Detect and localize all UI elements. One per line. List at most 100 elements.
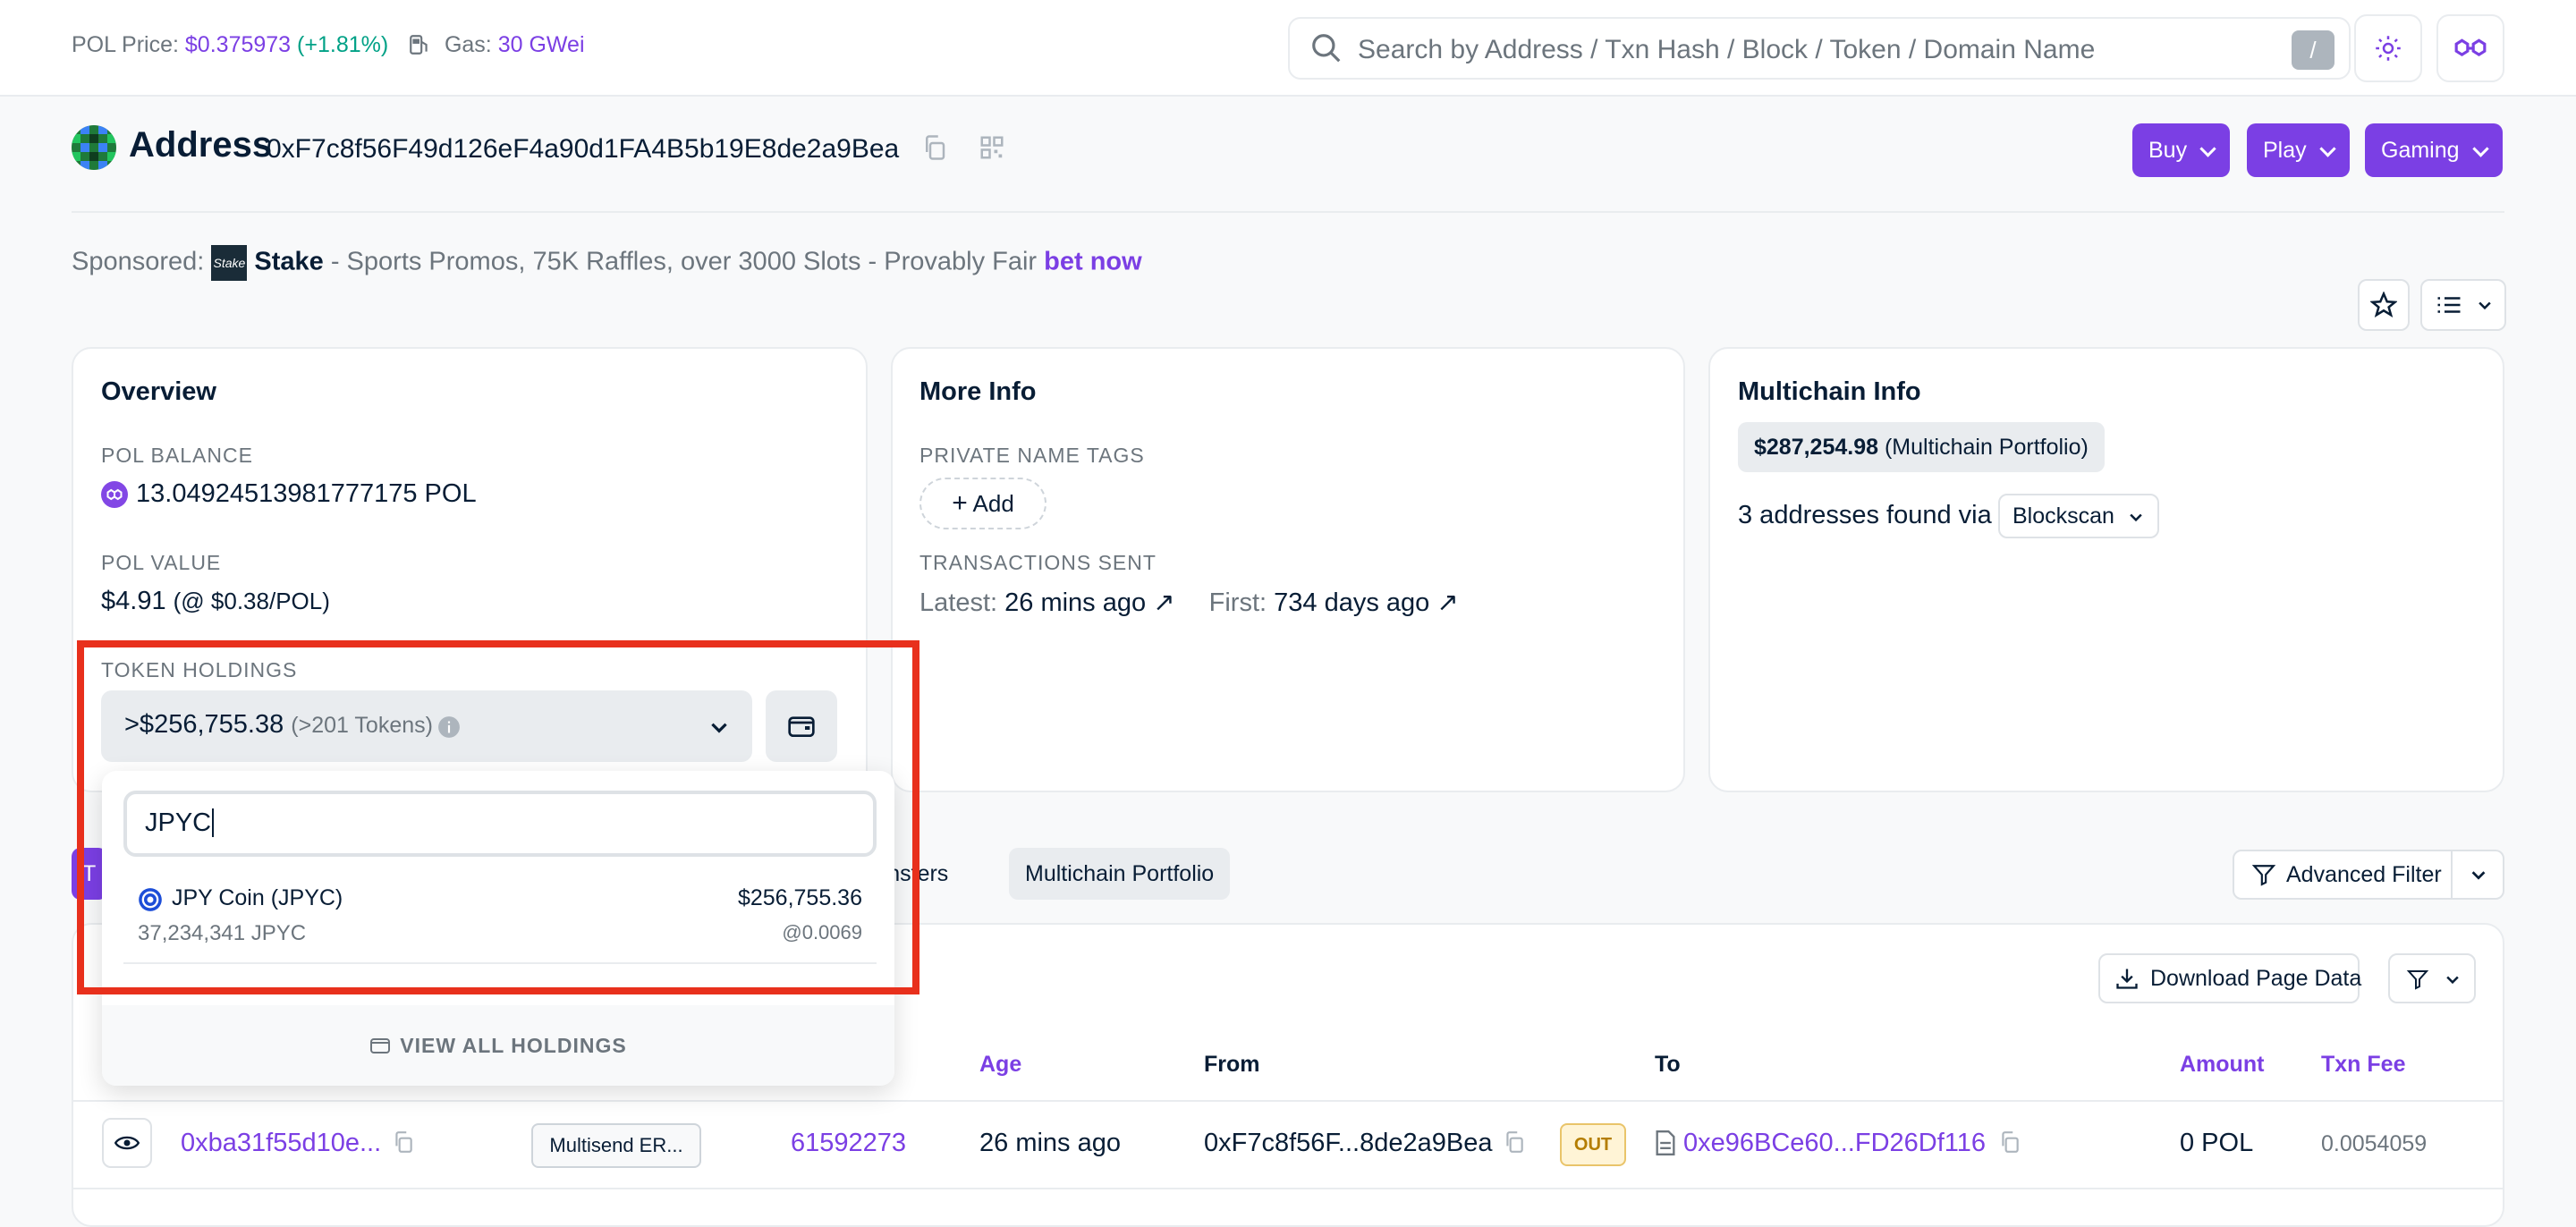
sponsor-brand: Stake — [254, 247, 324, 276]
copy-icon[interactable] — [1998, 1130, 2021, 1154]
latest-label: Latest: — [919, 588, 998, 617]
download-page-data-button[interactable]: Download Page Data — [2098, 953, 2362, 1003]
addresses-found-text: 3 addresses found via — [1738, 501, 1992, 529]
age-value: 26 mins ago — [979, 1129, 1121, 1157]
txn-fee-value: 0.0054059 — [2321, 1131, 2428, 1156]
add-name-tag-button[interactable]: + Add — [919, 478, 1046, 529]
copy-icon[interactable] — [921, 134, 948, 161]
tab-multichain-portfolio[interactable]: Multichain Portfolio — [1009, 848, 1231, 900]
price-value[interactable]: $0.375973 — [185, 32, 291, 57]
star-icon — [2370, 292, 2397, 318]
column-header-age[interactable]: Age — [979, 1052, 1021, 1078]
advanced-filter-button[interactable]: Advanced Filter — [2234, 851, 2453, 898]
view-all-holdings-button[interactable]: VIEW ALL HOLDINGS — [102, 1005, 894, 1086]
blockscan-dropdown[interactable]: Blockscan — [1998, 494, 2159, 538]
page-title: Address — [129, 125, 273, 165]
search-shortcut-key: / — [2292, 30, 2334, 70]
arrow-up-right-icon: ↗ — [1436, 588, 1459, 617]
transactions-sent-label: TRANSACTIONS SENT — [919, 551, 1157, 574]
gas-pump-icon — [410, 35, 428, 55]
advanced-filter-group: Advanced Filter — [2233, 850, 2504, 900]
chevron-down-icon — [2479, 301, 2491, 310]
filter-icon — [2251, 865, 2276, 886]
search-input[interactable]: Search by Address / Txn Hash / Block / T… — [1358, 35, 2095, 65]
copy-icon[interactable] — [392, 1130, 415, 1154]
column-header-amount[interactable]: Amount — [2180, 1052, 2264, 1078]
list-icon — [2437, 297, 2461, 313]
polygon-logo-icon — [2454, 38, 2487, 56]
gas-price: Gas: 30 GWei — [408, 32, 585, 58]
pol-token-icon — [101, 481, 128, 508]
transactions-sent: Latest: 26 mins ago ↗ First: 734 days ag… — [919, 587, 1459, 618]
address-hash: 0xF7c8f56F49d126eF4a90d1FA4B5b19E8de2a9B… — [267, 134, 900, 164]
wallet-icon — [370, 1038, 391, 1054]
amount-value: 0 POL — [2180, 1129, 2254, 1157]
overview-title: Overview — [101, 377, 216, 406]
pol-price: POL Price: $0.375973 (+1.81%) — [72, 32, 388, 58]
qr-code-icon[interactable] — [979, 134, 1005, 161]
search-bar[interactable]: Search by Address / Txn Hash / Block / T… — [1288, 17, 2351, 80]
sponsored-label: Sponsored: — [72, 247, 205, 276]
address-avatar — [72, 125, 116, 170]
blockscan-label: Blockscan — [2012, 503, 2114, 529]
add-label: Add — [972, 490, 1014, 517]
polygon-network-button[interactable] — [2436, 14, 2504, 82]
gas-value[interactable]: 30 GWei — [498, 32, 585, 57]
eye-icon — [114, 1136, 140, 1150]
header-divider — [72, 211, 2504, 213]
preview-button[interactable] — [102, 1118, 152, 1168]
private-name-tags-label: PRIVATE NAME TAGS — [919, 444, 1145, 467]
favorite-button[interactable] — [2358, 279, 2410, 331]
download-icon — [2116, 969, 2138, 989]
table-filter-button[interactable] — [2388, 953, 2476, 1003]
chevron-down-icon[interactable] — [2469, 865, 2488, 884]
header-row-divider — [72, 1100, 2504, 1102]
view-all-holdings-label: VIEW ALL HOLDINGS — [400, 1034, 627, 1057]
from-address[interactable]: 0xF7c8f56F...8de2a9Bea — [1204, 1129, 1492, 1158]
sponsored-banner: Sponsored: Stake Stake - Sports Promos, 7… — [72, 245, 1142, 281]
filter-icon — [2406, 970, 2429, 990]
price-change: (+1.81%) — [297, 32, 389, 57]
multichain-info-title: Multichain Info — [1738, 377, 1921, 406]
play-button[interactable]: Play — [2247, 123, 2350, 177]
pol-balance-value: 13.04924513981777175 POL — [136, 479, 477, 508]
gaming-button[interactable]: Gaming — [2365, 123, 2503, 177]
chevron-down-icon — [2130, 513, 2142, 522]
sun-icon — [2376, 36, 2401, 61]
more-info-title: More Info — [919, 377, 1037, 406]
sponsor-text: - Sports Promos, 75K Raffles, over 3000 … — [330, 247, 1038, 276]
more-options-button[interactable] — [2420, 279, 2506, 331]
latest-value[interactable]: 26 mins ago — [1004, 588, 1146, 617]
first-value[interactable]: 734 days ago — [1274, 588, 1429, 617]
column-header-txn-fee[interactable]: Txn Fee — [2321, 1052, 2405, 1078]
method-badge: Multisend ER... — [531, 1123, 701, 1168]
theme-toggle-button[interactable] — [2354, 14, 2422, 82]
first-label: First: — [1208, 588, 1267, 617]
row-divider — [72, 1188, 2504, 1189]
stake-logo: Stake — [211, 245, 248, 281]
arrow-up-right-icon: ↗ — [1153, 588, 1175, 617]
search-icon — [1312, 34, 1341, 63]
direction-badge: OUT — [1560, 1123, 1626, 1166]
copy-icon[interactable] — [1503, 1130, 1526, 1154]
bet-now-link[interactable]: bet now — [1044, 248, 1142, 276]
column-header-to: To — [1655, 1052, 1681, 1077]
plus-icon: + — [952, 488, 968, 518]
to-address-link[interactable]: 0xe96BCe60...FD26Df116 — [1683, 1129, 1986, 1158]
pol-value-label: POL VALUE — [101, 551, 222, 574]
pol-value-rate: (@ $0.38/POL) — [173, 588, 330, 614]
multichain-info-card — [1708, 347, 2504, 792]
pol-value-amount: $4.91 — [101, 587, 166, 615]
pol-balance-label: POL BALANCE — [101, 444, 253, 467]
txn-hash-link[interactable]: 0xba31f55d10e... — [181, 1129, 381, 1158]
multichain-portfolio-badge[interactable]: $287,254.98 (Multichain Portfolio) — [1738, 422, 2105, 472]
gas-label: Gas: — [444, 32, 492, 57]
download-label: Download Page Data — [2150, 966, 2362, 991]
buy-button[interactable]: Buy — [2132, 123, 2231, 177]
column-header-from: From — [1204, 1052, 1260, 1077]
advanced-filter-label: Advanced Filter — [2286, 862, 2442, 887]
price-label: POL Price: — [72, 32, 179, 57]
highlight-box — [77, 640, 919, 994]
pol-value: $4.91 (@ $0.38/POL) — [101, 587, 330, 616]
block-link[interactable]: 61592273 — [791, 1129, 906, 1158]
